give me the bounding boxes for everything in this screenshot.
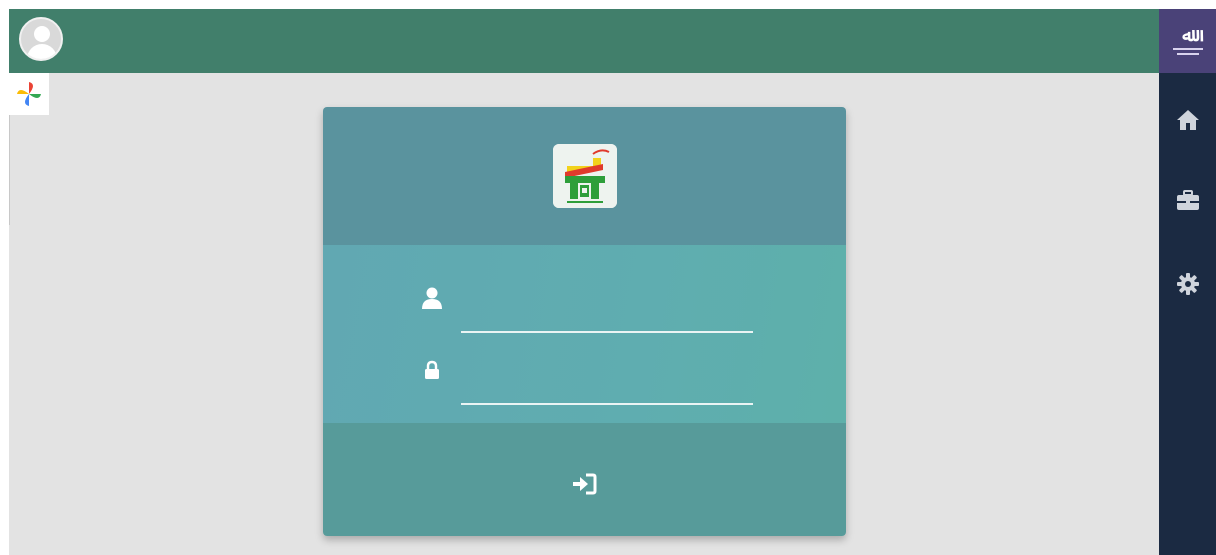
password-field bbox=[417, 355, 753, 405]
password-input[interactable] bbox=[461, 355, 753, 405]
login-form bbox=[323, 245, 846, 423]
home-icon[interactable] bbox=[1169, 101, 1207, 139]
sign-in-button[interactable] bbox=[560, 466, 610, 502]
page-frame: ﷲ bbox=[9, 9, 1216, 555]
login-card-footer bbox=[323, 423, 846, 536]
sidebar: ﷲ bbox=[1159, 9, 1216, 555]
username-input[interactable] bbox=[461, 283, 753, 333]
user-icon bbox=[417, 283, 447, 313]
divider bbox=[9, 115, 10, 225]
briefcase-icon[interactable] bbox=[1169, 181, 1207, 219]
login-card bbox=[323, 107, 846, 536]
iran-emblem-icon: ﷲ bbox=[1159, 9, 1216, 73]
top-bar bbox=[9, 9, 1159, 73]
login-card-header bbox=[323, 107, 846, 245]
username-field bbox=[417, 283, 753, 333]
app-logo-icon bbox=[553, 144, 617, 208]
sign-in-icon bbox=[573, 473, 597, 495]
user-avatar-icon[interactable] bbox=[19, 17, 63, 61]
gear-icon[interactable] bbox=[1169, 265, 1207, 303]
lock-icon bbox=[417, 355, 447, 385]
pinwheel-icon[interactable] bbox=[9, 73, 49, 115]
